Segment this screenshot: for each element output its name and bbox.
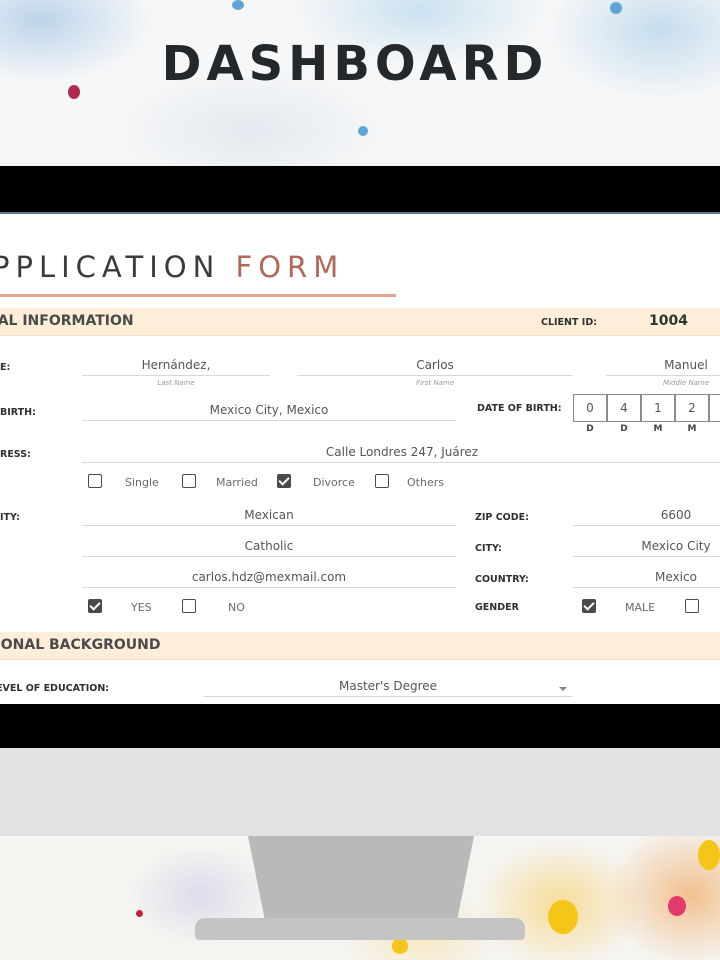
nationality-label: ITY: bbox=[0, 512, 20, 523]
place-of-birth-field[interactable]: Mexico City, Mexico bbox=[82, 403, 456, 421]
monitor-bezel-bottom bbox=[0, 704, 720, 748]
chevron-down-icon[interactable] bbox=[559, 687, 567, 691]
yes-checkbox[interactable] bbox=[88, 599, 102, 613]
address-label: RESS: bbox=[0, 449, 31, 460]
paint-splat bbox=[610, 2, 622, 14]
divorce-option-label: Divorce bbox=[313, 476, 355, 489]
female-checkbox[interactable] bbox=[685, 599, 699, 613]
dob-marker: D bbox=[620, 424, 628, 434]
address-field[interactable]: Calle Londres 247, Juárez bbox=[82, 445, 720, 463]
zip-code-field[interactable]: 6600 bbox=[573, 508, 720, 526]
city-label: CITY: bbox=[475, 543, 502, 554]
monitor-screen: PPLICATION FORM NAL INFORMATION CLIENT I… bbox=[0, 212, 720, 704]
paint-splat bbox=[358, 126, 368, 136]
middle-name-field[interactable]: Manuel bbox=[606, 358, 720, 376]
male-option-label: MALE bbox=[625, 601, 656, 614]
last-name-field[interactable]: Hernández, bbox=[82, 358, 270, 376]
date-of-birth-label: DATE OF BIRTH: bbox=[477, 403, 562, 414]
paint-splat bbox=[136, 910, 143, 917]
no-checkbox[interactable] bbox=[182, 599, 196, 613]
others-checkbox[interactable] bbox=[375, 474, 389, 488]
education-level-dropdown[interactable]: Master's Degree bbox=[203, 679, 573, 697]
form-title-main: PPLICATION bbox=[0, 250, 221, 284]
email-field[interactable]: carlos.hdz@mexmail.com bbox=[82, 570, 456, 588]
country-field[interactable]: Mexico bbox=[573, 570, 720, 588]
paint-splat bbox=[698, 840, 720, 870]
paint-splat bbox=[668, 896, 686, 916]
religion-field[interactable]: Catholic bbox=[82, 539, 456, 557]
dob-digit-box[interactable]: 1 bbox=[641, 394, 675, 422]
single-checkbox[interactable] bbox=[88, 474, 102, 488]
country-label: COUNTRY: bbox=[475, 574, 529, 585]
first-name-caption: First Name bbox=[415, 379, 455, 387]
others-option-label: Others bbox=[407, 476, 444, 489]
gender-label: GENDER bbox=[475, 602, 519, 613]
section-educational-background: TIONAL BACKGROUND bbox=[0, 632, 720, 660]
client-id-value: 1004 bbox=[649, 313, 688, 329]
first-name-field[interactable]: Carlos bbox=[297, 358, 573, 376]
no-option-label: NO bbox=[228, 601, 245, 614]
education-level-label: EVEL OF EDUCATION: bbox=[0, 683, 110, 694]
monitor-bezel-top bbox=[0, 166, 720, 212]
single-option-label: Single bbox=[125, 476, 159, 489]
zip-code-label: ZIP CODE: bbox=[475, 512, 529, 523]
name-label: E: bbox=[0, 362, 11, 373]
section-personal-information: NAL INFORMATION CLIENT ID: 1004 bbox=[0, 308, 720, 336]
nationality-field[interactable]: Mexican bbox=[82, 508, 456, 526]
paint-splat bbox=[392, 938, 408, 954]
dob-digit-box[interactable]: 0 bbox=[573, 394, 607, 422]
dob-marker: D bbox=[586, 424, 594, 434]
dob-marker: M bbox=[687, 424, 697, 434]
monitor-stand-base bbox=[195, 918, 525, 940]
place-of-birth-label: BIRTH: bbox=[0, 407, 36, 418]
paint-splat bbox=[232, 0, 244, 10]
city-field[interactable]: Mexico City bbox=[573, 539, 720, 557]
married-option-label: Married bbox=[216, 476, 258, 489]
client-id-label: CLIENT ID: bbox=[541, 317, 598, 328]
section-title: TIONAL BACKGROUND bbox=[0, 637, 161, 653]
monitor-chin bbox=[0, 748, 720, 836]
title-underline bbox=[0, 294, 396, 297]
middle-name-caption: Middle Name bbox=[663, 379, 709, 387]
dob-digit-box[interactable] bbox=[709, 394, 720, 422]
page-title: DASHBOARD bbox=[161, 36, 549, 92]
paint-splat bbox=[548, 900, 578, 934]
yes-option-label: YES bbox=[131, 601, 152, 614]
section-title: NAL INFORMATION bbox=[0, 313, 134, 329]
form-title-accent: FORM bbox=[235, 250, 345, 284]
monitor-stand bbox=[248, 836, 474, 926]
dob-digit-box[interactable]: 4 bbox=[607, 394, 641, 422]
dob-marker: M bbox=[653, 424, 663, 434]
male-checkbox[interactable] bbox=[582, 599, 596, 613]
last-name-caption: Last Name bbox=[157, 379, 195, 387]
married-checkbox[interactable] bbox=[182, 474, 196, 488]
dob-digit-box[interactable]: 2 bbox=[675, 394, 709, 422]
form-title: PPLICATION FORM bbox=[0, 250, 344, 284]
divorce-checkbox[interactable] bbox=[277, 474, 291, 488]
